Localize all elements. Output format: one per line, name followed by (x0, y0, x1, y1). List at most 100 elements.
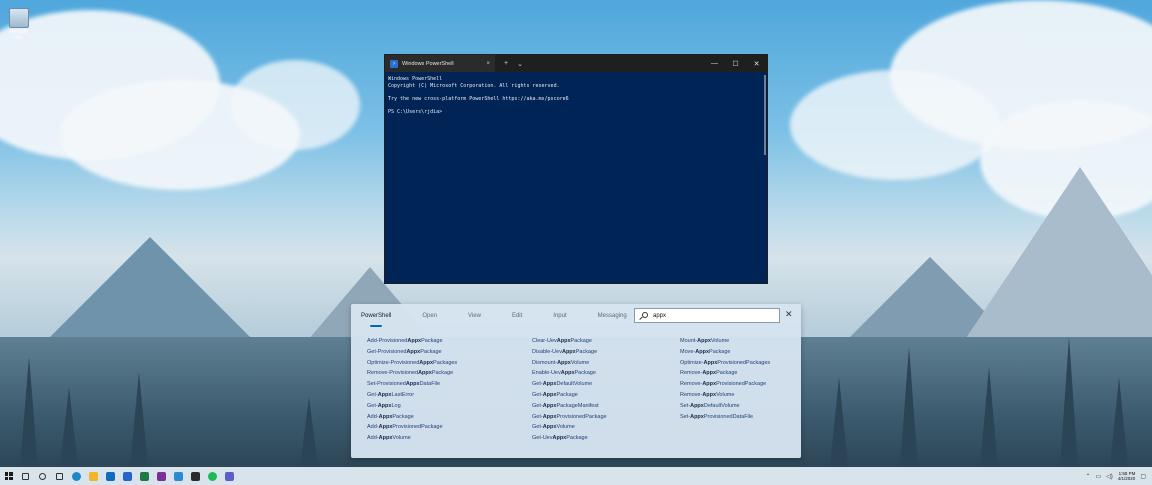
todo-icon (123, 471, 132, 481)
tree (130, 372, 148, 467)
result-match: Appx (378, 435, 393, 442)
result-prefix: Enable-Uev (532, 370, 561, 377)
result-suffix: Volume (570, 359, 590, 366)
tab-close-button[interactable]: × (486, 61, 490, 67)
result-suffix: Package (566, 435, 588, 442)
result-item[interactable]: Optimize-AppxProvisionedPackages (680, 360, 800, 371)
recycle-bin-icon[interactable]: Recycle Bin (7, 8, 31, 41)
cortana-button[interactable] (34, 467, 51, 485)
new-tab-button[interactable]: + (504, 60, 508, 67)
result-prefix: Disable-Uev (532, 348, 562, 355)
minimize-button[interactable]: — (704, 60, 725, 68)
result-prefix: Get-Provisioned (367, 348, 407, 355)
result-item[interactable]: Get-AppxLastError (367, 392, 532, 403)
result-prefix: Add- (367, 413, 379, 420)
result-prefix: Get- (532, 424, 543, 431)
result-prefix: Set- (680, 413, 691, 420)
result-prefix: Get- (367, 402, 378, 409)
result-item[interactable]: Remove-ProvisionedAppxPackage (367, 370, 532, 381)
teams-button[interactable] (221, 467, 238, 485)
tab-powershell[interactable]: PowerShell (361, 310, 391, 330)
result-suffix: Package (574, 370, 596, 377)
result-item[interactable]: Get-AppxPackage (532, 392, 680, 403)
tab-title: Windows PowerShell (402, 60, 454, 67)
result-item[interactable]: Get-UevAppxPackage (532, 435, 680, 446)
terminal-tab[interactable]: › Windows PowerShell × (385, 55, 495, 72)
result-item[interactable]: Get-ProvisionedAppxPackage (367, 349, 532, 360)
task-view-button[interactable] (51, 467, 68, 485)
tab-messaging[interactable]: Messaging (598, 310, 627, 330)
result-prefix: Mount- (680, 338, 698, 344)
result-item[interactable]: Get-AppxProvisionedPackage (532, 414, 680, 425)
todo-button[interactable] (119, 467, 136, 485)
result-item[interactable]: Remove-AppxVolume (680, 392, 800, 403)
panel-tabs: PowerShell Open View Edit Input Messagin… (361, 310, 658, 330)
volume-icon[interactable]: ◁) (1106, 473, 1113, 480)
result-match: Appx (561, 348, 576, 355)
result-item[interactable]: Move-AppxPackage (680, 349, 800, 360)
tab-edit[interactable]: Edit (512, 310, 522, 330)
result-item[interactable]: Add-ProvisionedAppxPackage (367, 338, 532, 349)
result-item[interactable]: Remove-AppxProvisionedPackage (680, 381, 800, 392)
search-button[interactable] (17, 467, 34, 485)
result-match: Appx (690, 413, 704, 420)
result-item[interactable]: Get-AppxLog (367, 403, 532, 414)
result-item[interactable]: Set-ProvisionedAppxDataFile (367, 381, 532, 392)
result-item[interactable]: Enable-UevAppxPackage (532, 370, 680, 381)
spotify-button[interactable] (204, 467, 221, 485)
result-item[interactable]: Get-AppxDefaultVolume (532, 381, 680, 392)
result-item[interactable]: Set-AppxProvisionedDataFile (680, 414, 800, 425)
mail-icon (106, 471, 115, 481)
vscode-button[interactable] (170, 467, 187, 485)
terminal-scrollbar[interactable] (764, 75, 766, 155)
result-match: Appx (418, 370, 432, 377)
result-item[interactable]: Set-AppxDefaultVolume (680, 403, 800, 414)
file-explorer-button[interactable] (85, 467, 102, 485)
result-suffix: Package (556, 391, 578, 398)
tab-open[interactable]: Open (422, 310, 437, 330)
onenote-button[interactable] (153, 467, 170, 485)
results-column: Mount-AppxVolume Move-AppxPackage Optimize… (680, 338, 800, 446)
edge-button[interactable] (68, 467, 85, 485)
start-button[interactable] (0, 467, 17, 485)
result-item[interactable]: Clear-UevAppxPackage (532, 338, 680, 349)
results-column: Add-ProvisionedAppxPackage Get-Provisione… (367, 338, 532, 446)
tab-dropdown-button[interactable]: ⌄ (517, 60, 523, 68)
excel-button[interactable] (136, 467, 153, 485)
result-item[interactable]: Dismount-AppxVolume (532, 360, 680, 371)
result-prefix: Get- (532, 413, 543, 420)
result-item[interactable]: Disable-UevAppxPackage (532, 349, 680, 360)
network-icon[interactable]: ▭ (1096, 473, 1102, 480)
result-suffix: ProvisionedPackage (392, 424, 443, 431)
result-prefix: Optimize-Provisioned (367, 359, 420, 366)
result-item[interactable]: Get-AppxVolume (532, 424, 680, 435)
result-item[interactable]: Get-AppxPackageManifest (532, 403, 680, 414)
terminal-window[interactable]: › Windows PowerShell × + ⌄ — ☐ ✕ Windows… (384, 54, 768, 284)
terminal-titlebar[interactable]: › Windows PowerShell × + ⌄ — ☐ ✕ (385, 55, 767, 72)
close-window-button[interactable]: ✕ (746, 60, 767, 68)
result-item[interactable]: Optimize-ProvisionedAppxPackages (367, 360, 532, 371)
search-box[interactable] (634, 308, 780, 323)
mail-button[interactable] (102, 467, 119, 485)
chevron-up-icon[interactable]: ⌃ (1085, 473, 1090, 480)
tree (830, 377, 848, 467)
result-item[interactable]: Add-AppxPackage (367, 414, 532, 425)
result-item[interactable]: Remove-AppxPackage (680, 370, 800, 381)
terminal-button[interactable] (187, 467, 204, 485)
tree (980, 367, 998, 467)
result-item[interactable]: Mount-AppxVolume (680, 338, 800, 349)
result-match: Appx (378, 424, 393, 431)
result-item[interactable]: Add-AppxProvisionedPackage (367, 424, 532, 435)
maximize-button[interactable]: ☐ (725, 60, 746, 68)
clock[interactable]: 1:58 PM 4/1/2020 (1118, 471, 1136, 482)
tab-input[interactable]: Input (553, 310, 566, 330)
tab-view[interactable]: View (468, 310, 481, 330)
result-suffix: ProvisionedPackage (716, 381, 767, 388)
close-panel-button[interactable]: ✕ (785, 309, 793, 320)
search-input[interactable] (653, 312, 773, 319)
result-match: Appx (552, 435, 567, 442)
notifications-icon[interactable]: ▢ (1140, 473, 1146, 480)
result-prefix: Optimize- (680, 359, 704, 366)
result-item[interactable]: Add-AppxVolume (367, 435, 532, 446)
terminal-output[interactable]: Windows PowerShell Copyright (C) Microso… (385, 72, 767, 119)
